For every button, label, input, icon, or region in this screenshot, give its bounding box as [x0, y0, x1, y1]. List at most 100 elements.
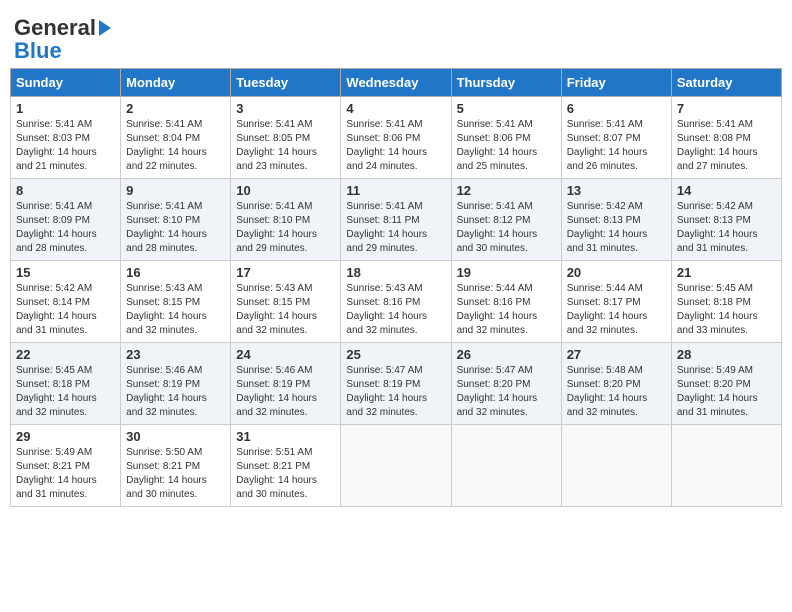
- sunrise: Sunrise: 5:49 AM: [677, 364, 776, 378]
- day-info: Sunrise: 5:43 AM Sunset: 8:16 PM Dayligh…: [346, 282, 445, 338]
- calendar-cell: 28 Sunrise: 5:49 AM Sunset: 8:20 PM Dayl…: [671, 343, 781, 425]
- calendar-cell: 11 Sunrise: 5:41 AM Sunset: 8:11 PM Dayl…: [341, 179, 451, 261]
- sunrise: Sunrise: 5:42 AM: [677, 200, 776, 214]
- day-number: 2: [126, 101, 225, 116]
- day-info: Sunrise: 5:46 AM Sunset: 8:19 PM Dayligh…: [126, 364, 225, 420]
- day-info: Sunrise: 5:43 AM Sunset: 8:15 PM Dayligh…: [236, 282, 335, 338]
- sunset: Sunset: 8:08 PM: [677, 132, 776, 146]
- day-header-sunday: Sunday: [11, 69, 121, 97]
- calendar-cell: 5 Sunrise: 5:41 AM Sunset: 8:06 PM Dayli…: [451, 97, 561, 179]
- calendar-cell: 10 Sunrise: 5:41 AM Sunset: 8:10 PM Dayl…: [231, 179, 341, 261]
- sunset: Sunset: 8:19 PM: [236, 378, 335, 392]
- day-info: Sunrise: 5:41 AM Sunset: 8:10 PM Dayligh…: [126, 200, 225, 256]
- sunrise: Sunrise: 5:42 AM: [567, 200, 666, 214]
- calendar-cell: 26 Sunrise: 5:47 AM Sunset: 8:20 PM Dayl…: [451, 343, 561, 425]
- daylight: Daylight: 14 hours and 32 minutes.: [236, 392, 335, 420]
- day-info: Sunrise: 5:44 AM Sunset: 8:16 PM Dayligh…: [457, 282, 556, 338]
- sunset: Sunset: 8:20 PM: [457, 378, 556, 392]
- calendar-week-5: 29 Sunrise: 5:49 AM Sunset: 8:21 PM Dayl…: [11, 425, 782, 507]
- sunrise: Sunrise: 5:41 AM: [567, 118, 666, 132]
- day-number: 25: [346, 347, 445, 362]
- day-info: Sunrise: 5:46 AM Sunset: 8:19 PM Dayligh…: [236, 364, 335, 420]
- day-number: 4: [346, 101, 445, 116]
- daylight: Daylight: 14 hours and 33 minutes.: [677, 310, 776, 338]
- calendar-body: 1 Sunrise: 5:41 AM Sunset: 8:03 PM Dayli…: [11, 97, 782, 507]
- calendar-cell: [451, 425, 561, 507]
- daylight: Daylight: 14 hours and 27 minutes.: [677, 146, 776, 174]
- day-number: 27: [567, 347, 666, 362]
- sunset: Sunset: 8:21 PM: [16, 460, 115, 474]
- sunrise: Sunrise: 5:43 AM: [236, 282, 335, 296]
- day-number: 1: [16, 101, 115, 116]
- calendar-cell: 23 Sunrise: 5:46 AM Sunset: 8:19 PM Dayl…: [121, 343, 231, 425]
- daylight: Daylight: 14 hours and 23 minutes.: [236, 146, 335, 174]
- sunrise: Sunrise: 5:41 AM: [346, 118, 445, 132]
- calendar-week-4: 22 Sunrise: 5:45 AM Sunset: 8:18 PM Dayl…: [11, 343, 782, 425]
- sunrise: Sunrise: 5:43 AM: [126, 282, 225, 296]
- day-info: Sunrise: 5:42 AM Sunset: 8:13 PM Dayligh…: [677, 200, 776, 256]
- day-info: Sunrise: 5:41 AM Sunset: 8:06 PM Dayligh…: [346, 118, 445, 174]
- daylight: Daylight: 14 hours and 32 minutes.: [236, 310, 335, 338]
- daylight: Daylight: 14 hours and 32 minutes.: [457, 392, 556, 420]
- sunrise: Sunrise: 5:41 AM: [346, 200, 445, 214]
- sunrise: Sunrise: 5:42 AM: [16, 282, 115, 296]
- daylight: Daylight: 14 hours and 32 minutes.: [346, 310, 445, 338]
- calendar-cell: 17 Sunrise: 5:43 AM Sunset: 8:15 PM Dayl…: [231, 261, 341, 343]
- sunrise: Sunrise: 5:41 AM: [457, 118, 556, 132]
- sunrise: Sunrise: 5:41 AM: [236, 200, 335, 214]
- day-info: Sunrise: 5:41 AM Sunset: 8:11 PM Dayligh…: [346, 200, 445, 256]
- sunset: Sunset: 8:16 PM: [457, 296, 556, 310]
- sunrise: Sunrise: 5:47 AM: [346, 364, 445, 378]
- sunset: Sunset: 8:13 PM: [567, 214, 666, 228]
- daylight: Daylight: 14 hours and 32 minutes.: [126, 310, 225, 338]
- calendar-cell: 6 Sunrise: 5:41 AM Sunset: 8:07 PM Dayli…: [561, 97, 671, 179]
- daylight: Daylight: 14 hours and 28 minutes.: [126, 228, 225, 256]
- day-info: Sunrise: 5:41 AM Sunset: 8:09 PM Dayligh…: [16, 200, 115, 256]
- day-info: Sunrise: 5:49 AM Sunset: 8:20 PM Dayligh…: [677, 364, 776, 420]
- day-info: Sunrise: 5:47 AM Sunset: 8:19 PM Dayligh…: [346, 364, 445, 420]
- day-number: 24: [236, 347, 335, 362]
- sunset: Sunset: 8:10 PM: [236, 214, 335, 228]
- sunset: Sunset: 8:21 PM: [126, 460, 225, 474]
- calendar-cell: 4 Sunrise: 5:41 AM Sunset: 8:06 PM Dayli…: [341, 97, 451, 179]
- daylight: Daylight: 14 hours and 31 minutes.: [677, 228, 776, 256]
- sunset: Sunset: 8:07 PM: [567, 132, 666, 146]
- day-number: 18: [346, 265, 445, 280]
- calendar-cell: 22 Sunrise: 5:45 AM Sunset: 8:18 PM Dayl…: [11, 343, 121, 425]
- daylight: Daylight: 14 hours and 32 minutes.: [457, 310, 556, 338]
- day-header-friday: Friday: [561, 69, 671, 97]
- calendar-cell: 14 Sunrise: 5:42 AM Sunset: 8:13 PM Dayl…: [671, 179, 781, 261]
- day-number: 16: [126, 265, 225, 280]
- logo-blue: Blue: [14, 38, 62, 64]
- daylight: Daylight: 14 hours and 31 minutes.: [16, 310, 115, 338]
- sunrise: Sunrise: 5:41 AM: [236, 118, 335, 132]
- daylight: Daylight: 14 hours and 30 minutes.: [126, 474, 225, 502]
- calendar-cell: 15 Sunrise: 5:42 AM Sunset: 8:14 PM Dayl…: [11, 261, 121, 343]
- daylight: Daylight: 14 hours and 32 minutes.: [346, 392, 445, 420]
- daylight: Daylight: 14 hours and 29 minutes.: [236, 228, 335, 256]
- sunset: Sunset: 8:09 PM: [16, 214, 115, 228]
- calendar-cell: 1 Sunrise: 5:41 AM Sunset: 8:03 PM Dayli…: [11, 97, 121, 179]
- daylight: Daylight: 14 hours and 32 minutes.: [567, 310, 666, 338]
- daylight: Daylight: 14 hours and 31 minutes.: [567, 228, 666, 256]
- day-number: 14: [677, 183, 776, 198]
- calendar-cell: [341, 425, 451, 507]
- day-header-monday: Monday: [121, 69, 231, 97]
- day-number: 26: [457, 347, 556, 362]
- daylight: Daylight: 14 hours and 32 minutes.: [126, 392, 225, 420]
- day-info: Sunrise: 5:50 AM Sunset: 8:21 PM Dayligh…: [126, 446, 225, 502]
- calendar-header-row: SundayMondayTuesdayWednesdayThursdayFrid…: [11, 69, 782, 97]
- day-info: Sunrise: 5:48 AM Sunset: 8:20 PM Dayligh…: [567, 364, 666, 420]
- calendar-cell: 2 Sunrise: 5:41 AM Sunset: 8:04 PM Dayli…: [121, 97, 231, 179]
- sunset: Sunset: 8:10 PM: [126, 214, 225, 228]
- day-number: 28: [677, 347, 776, 362]
- sunset: Sunset: 8:20 PM: [567, 378, 666, 392]
- sunset: Sunset: 8:19 PM: [126, 378, 225, 392]
- day-number: 17: [236, 265, 335, 280]
- day-info: Sunrise: 5:44 AM Sunset: 8:17 PM Dayligh…: [567, 282, 666, 338]
- sunrise: Sunrise: 5:44 AM: [567, 282, 666, 296]
- day-info: Sunrise: 5:41 AM Sunset: 8:04 PM Dayligh…: [126, 118, 225, 174]
- day-info: Sunrise: 5:45 AM Sunset: 8:18 PM Dayligh…: [677, 282, 776, 338]
- sunrise: Sunrise: 5:43 AM: [346, 282, 445, 296]
- day-info: Sunrise: 5:49 AM Sunset: 8:21 PM Dayligh…: [16, 446, 115, 502]
